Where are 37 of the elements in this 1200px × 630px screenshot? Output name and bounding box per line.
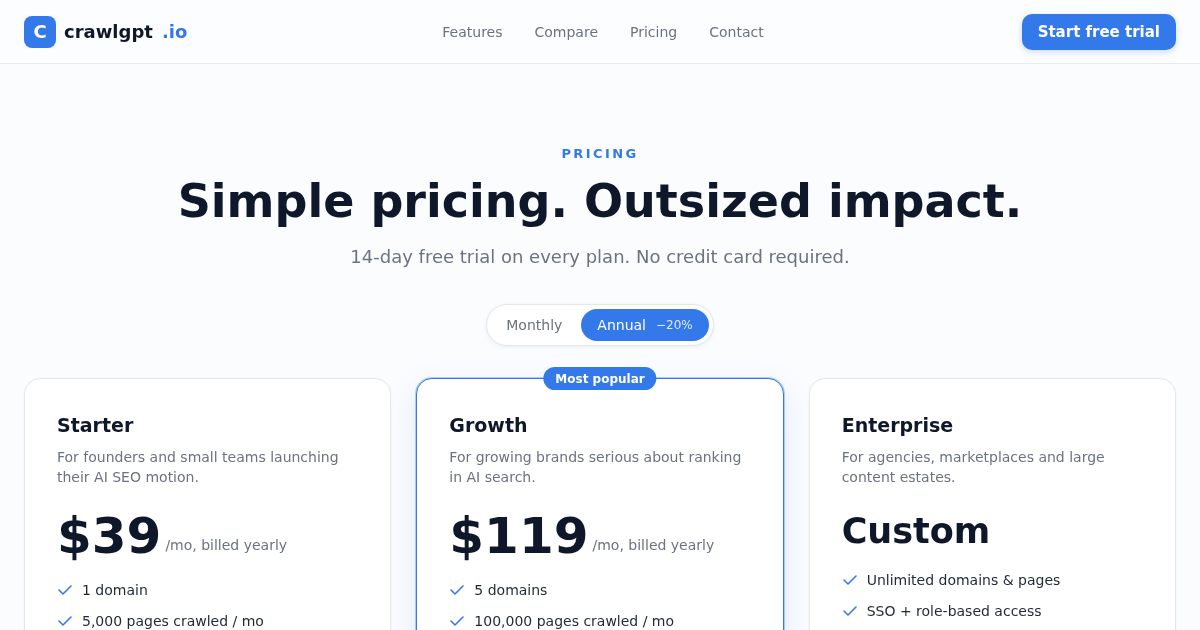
feature-text: 5 domains bbox=[474, 581, 548, 600]
nav-link[interactable]: Pricing bbox=[630, 21, 678, 42]
price-label: Custom bbox=[841, 510, 991, 553]
plan-name: Enterprise bbox=[841, 413, 955, 438]
price-amount: $119 bbox=[449, 506, 589, 566]
price-amount: $39 bbox=[57, 506, 162, 566]
feature-text: SSO + role-based access bbox=[866, 602, 1042, 621]
nav-link[interactable]: Compare bbox=[534, 21, 598, 42]
plan-name: Starter bbox=[57, 413, 135, 438]
brand-suffix[interactable]: .io bbox=[161, 21, 188, 42]
nav-link[interactable]: Contact bbox=[709, 21, 764, 42]
plan-name: Growth bbox=[449, 413, 529, 438]
plan-description: For growing brands serious about ranking in AI search. bbox=[449, 448, 743, 487]
check-icon bbox=[450, 585, 465, 595]
page-heading: Simple pricing. Outsized impact. bbox=[177, 173, 1023, 229]
feature-text: 100,000 pages crawled / mo bbox=[474, 612, 675, 630]
check-icon bbox=[450, 616, 465, 626]
price-period: /mo, billed yearly bbox=[592, 537, 715, 553]
logo-mark[interactable]: C bbox=[24, 15, 56, 48]
popular-badge: Most popular bbox=[543, 367, 657, 390]
nav-link[interactable]: Features bbox=[442, 21, 503, 42]
price-period: /mo, billed yearly bbox=[165, 537, 288, 553]
plan-description: For agencies, marketplaces and large content estates. bbox=[841, 448, 1106, 487]
billing-option[interactable]: Monthly bbox=[491, 309, 578, 341]
feature-text: 5,000 pages crawled / mo bbox=[82, 612, 264, 630]
start-trial-button[interactable]: Start free trial bbox=[1021, 13, 1176, 50]
check-icon bbox=[842, 575, 857, 585]
feature-text: 1 domain bbox=[82, 581, 148, 600]
feature-text: Unlimited domains & pages bbox=[866, 571, 1061, 590]
check-icon bbox=[58, 585, 72, 595]
check-icon bbox=[842, 606, 857, 616]
page-subtitle: 14-day free trial on every plan. No credit card required. bbox=[350, 245, 850, 269]
brand-name[interactable]: crawlgpt bbox=[64, 21, 153, 42]
plan-description: For founders and small teams launching their AI SEO motion. bbox=[57, 448, 340, 487]
billing-option[interactable]: Annual −20% bbox=[581, 309, 709, 341]
check-icon bbox=[58, 616, 72, 626]
section-eyebrow: PRICING bbox=[561, 145, 639, 163]
